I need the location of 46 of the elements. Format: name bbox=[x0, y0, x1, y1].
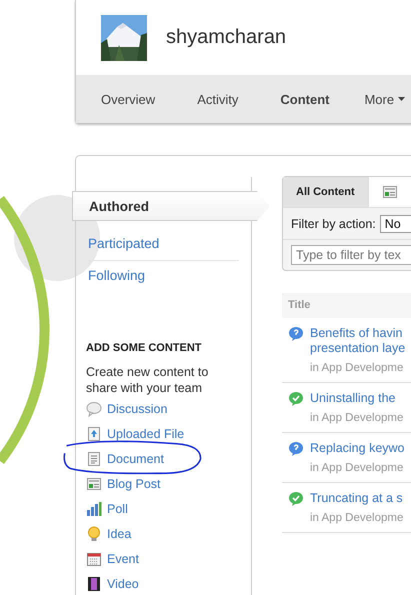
add-content-link[interactable]: Discussion bbox=[86, 396, 241, 421]
add-content-link[interactable]: Event bbox=[86, 546, 241, 571]
nav-tab[interactable]: More bbox=[364, 92, 406, 106]
content-title-link[interactable]: Truncating at a s bbox=[310, 491, 404, 506]
add-content-link[interactable]: Uploaded File bbox=[86, 421, 241, 446]
place-label: in App Developme bbox=[310, 512, 404, 524]
light-bulb-icon bbox=[86, 526, 102, 542]
action-select[interactable]: No bbox=[380, 214, 411, 232]
calendar-icon bbox=[86, 550, 102, 566]
nav-tab[interactable]: Content bbox=[280, 92, 330, 106]
blog-post-icon bbox=[382, 184, 398, 200]
question-bubble-icon bbox=[288, 326, 304, 342]
place-label: in App Developme bbox=[310, 462, 404, 474]
film-strip-icon bbox=[86, 576, 102, 592]
text-filter-field[interactable]: Type to filter by tex bbox=[291, 245, 411, 265]
filter-label: Filter by action: bbox=[291, 216, 376, 230]
filter-tab[interactable]: Following bbox=[76, 261, 245, 292]
nav-tab[interactable]: Overview bbox=[101, 92, 156, 106]
column-header: Title bbox=[282, 293, 411, 318]
section-heading: ADD SOME CONTENT bbox=[86, 342, 202, 354]
bar-chart-icon bbox=[86, 500, 102, 516]
place-label: in App Developme bbox=[310, 412, 404, 424]
content-title-link[interactable]: Benefits of havin bbox=[310, 326, 406, 341]
upload-file-icon bbox=[86, 426, 102, 442]
check-bubble-icon bbox=[288, 391, 304, 407]
place-label: in App Developme bbox=[310, 362, 404, 374]
profile-name: shyamcharan bbox=[166, 26, 286, 49]
add-content-link[interactable]: Document bbox=[86, 446, 241, 471]
content-title-link[interactable]: Replacing keywo bbox=[310, 441, 404, 456]
nav-tab[interactable]: Activity bbox=[197, 92, 238, 106]
speech-bubble-icon bbox=[86, 400, 102, 416]
add-content-link[interactable]: Idea bbox=[86, 521, 241, 546]
question-bubble-icon bbox=[288, 441, 304, 457]
content-title-link[interactable]: presentation laye bbox=[310, 341, 406, 356]
filter-tab[interactable]: Authored bbox=[72, 191, 270, 221]
filter-tab[interactable]: Participated bbox=[76, 229, 245, 260]
add-content-link[interactable]: Poll bbox=[86, 496, 241, 521]
section-description: Create new content to share with your team bbox=[86, 364, 210, 396]
content-tab[interactable]: All Content bbox=[283, 177, 369, 207]
check-bubble-icon bbox=[288, 491, 304, 507]
add-content-link[interactable]: Video bbox=[86, 571, 241, 595]
content-tab[interactable] bbox=[368, 177, 411, 207]
document-icon bbox=[86, 450, 102, 466]
content-title-link[interactable]: Uninstalling the bbox=[310, 391, 404, 406]
blog-post-icon bbox=[86, 476, 102, 492]
add-content-link[interactable]: Blog Post bbox=[86, 471, 241, 496]
